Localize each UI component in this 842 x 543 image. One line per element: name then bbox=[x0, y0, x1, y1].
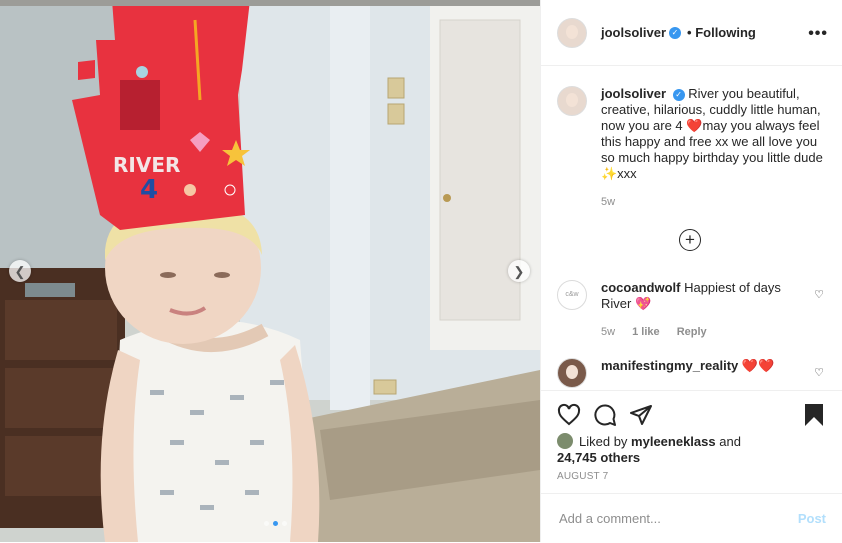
caption: joolsoliver ✓ River you beautiful, creat… bbox=[557, 86, 826, 210]
comment-icon[interactable] bbox=[593, 403, 617, 427]
likes-prefix: Liked by bbox=[579, 434, 628, 449]
author-avatar[interactable] bbox=[557, 17, 587, 48]
next-photo-button[interactable]: ❯ bbox=[508, 260, 530, 282]
likes-summary: Liked by myleeneklass and 24,745 others bbox=[557, 433, 741, 466]
commenter-avatar[interactable] bbox=[557, 358, 587, 388]
photo-illustration: RIVER 4 bbox=[0, 0, 540, 542]
crown-number: 4 bbox=[140, 175, 158, 205]
like-comment-heart-icon[interactable]: ♡ bbox=[814, 366, 824, 379]
author-username[interactable]: joolsoliver bbox=[601, 25, 666, 40]
post-actions: Liked by myleeneklass and 24,745 others … bbox=[541, 390, 842, 543]
likes-count[interactable]: 24,745 others bbox=[557, 450, 640, 465]
post-photo: RIVER 4 ❮ ❯ bbox=[0, 0, 540, 542]
reply-button[interactable]: Reply bbox=[677, 326, 707, 338]
list-item: c&w cocoandwolf Happiest of days River 💖… bbox=[557, 280, 826, 340]
carousel-dot bbox=[264, 521, 269, 526]
share-icon[interactable] bbox=[629, 403, 653, 427]
caption-avatar[interactable] bbox=[557, 86, 587, 116]
action-icons bbox=[557, 403, 826, 427]
follow-status[interactable]: • Following bbox=[687, 25, 756, 40]
post-header: joolsoliver ✓ • Following ••• bbox=[541, 0, 842, 66]
post-comment-button[interactable]: Post bbox=[798, 511, 826, 526]
likes-and: and bbox=[719, 434, 741, 449]
comment-age: 5w bbox=[601, 326, 616, 338]
commenter-avatar[interactable]: c&w bbox=[557, 280, 587, 310]
comment-username[interactable]: manifestingmy_reality bbox=[601, 358, 738, 373]
comments-list: joolsoliver ✓ River you beautiful, creat… bbox=[541, 66, 842, 390]
comment-username[interactable]: cocoandwolf bbox=[601, 280, 680, 295]
comment-meta: 5w 1 like Reply bbox=[601, 324, 802, 340]
more-options-icon[interactable]: ••• bbox=[808, 25, 828, 43]
comment-input[interactable] bbox=[557, 510, 798, 527]
crown-text: RIVER bbox=[113, 153, 180, 177]
heart-icon[interactable] bbox=[557, 403, 581, 427]
previous-photo-button[interactable]: ❮ bbox=[9, 260, 31, 282]
list-item: manifestingmy_reality ❤️❤️ ♡ bbox=[557, 358, 826, 388]
liker-avatar[interactable] bbox=[557, 433, 573, 449]
bookmark-icon[interactable] bbox=[802, 403, 826, 427]
carousel-dots bbox=[264, 521, 287, 526]
post-date: AUGUST 7 bbox=[557, 471, 609, 482]
verified-badge-icon: ✓ bbox=[672, 89, 685, 101]
like-comment-heart-icon[interactable]: ♡ bbox=[814, 288, 824, 301]
post-side-panel: joolsoliver ✓ • Following ••• joolsolive… bbox=[540, 0, 842, 542]
liker-username[interactable]: myleeneklass bbox=[631, 434, 716, 449]
caption-username[interactable]: joolsoliver bbox=[601, 86, 666, 101]
comment-likes[interactable]: 1 like bbox=[632, 326, 660, 338]
load-more-comments-icon[interactable]: + bbox=[679, 229, 701, 251]
carousel-dot bbox=[282, 521, 287, 526]
add-comment-bar: Post bbox=[541, 493, 842, 543]
chevron-left-icon: ❮ bbox=[14, 263, 26, 279]
caption-age: 5w bbox=[601, 196, 616, 208]
verified-badge-icon: ✓ bbox=[669, 26, 682, 39]
carousel-dot-active bbox=[273, 521, 278, 526]
chevron-right-icon: ❯ bbox=[513, 263, 525, 279]
comment-text: ❤️❤️ bbox=[741, 358, 775, 373]
